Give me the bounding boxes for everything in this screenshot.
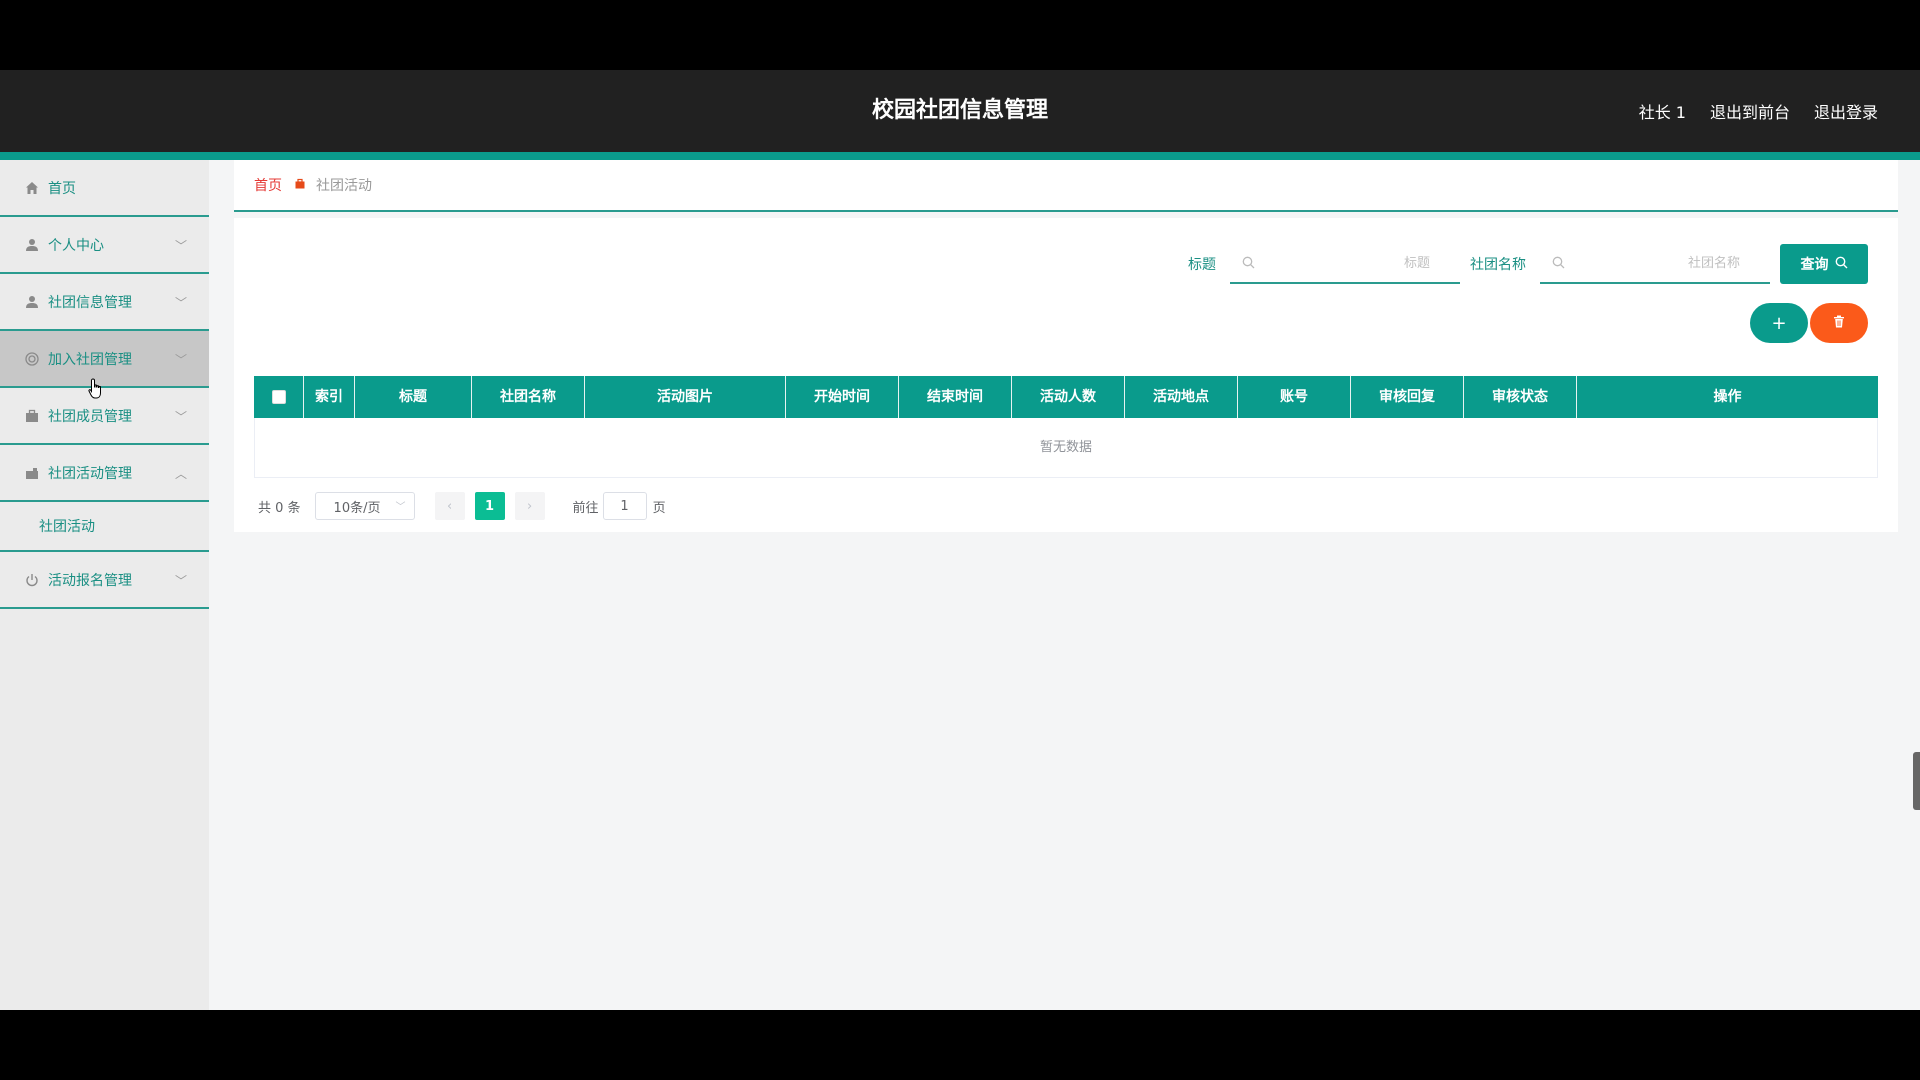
- breadcrumb: 首页 社团活动: [234, 160, 1898, 212]
- sidebar-item-club-members[interactable]: 社团成员管理 ﹀: [0, 388, 209, 445]
- logout-link[interactable]: 退出登录: [1814, 99, 1878, 123]
- search-form: 标题 社团名称 查询: [1188, 244, 1868, 284]
- club-search-input[interactable]: [1540, 244, 1770, 282]
- next-page-button[interactable]: ›: [514, 492, 545, 520]
- sidebar-item-label: 个人中心: [48, 237, 104, 254]
- column-header-start-time[interactable]: 开始时间: [786, 376, 899, 418]
- header-actions: 社长 1 退出到前台 退出登录: [1639, 70, 1878, 152]
- current-user: 社长 1: [1638, 103, 1686, 122]
- sidebar-item-label: 活动报名管理: [48, 572, 132, 589]
- page-unit-label: 页: [652, 500, 666, 516]
- power-icon: [24, 572, 40, 588]
- app-title: 校园社团信息管理: [871, 98, 1048, 123]
- query-button-label: 查询: [1800, 257, 1829, 273]
- pagination-total: 共 0 条: [258, 500, 301, 516]
- submenu-item-club-activity[interactable]: 社团活动: [0, 502, 209, 552]
- table-empty-state: 暂无数据: [254, 418, 1878, 478]
- breadcrumb-separator-icon: [294, 178, 306, 193]
- sidebar-item-club-info[interactable]: 社团信息管理 ﹀: [0, 274, 209, 331]
- table-header: 索引 标题 社团名称 活动图片 开始时间 结束时间 活动人数 活动地点 账号 审…: [254, 376, 1878, 418]
- column-header-end-time[interactable]: 结束时间: [899, 376, 1012, 418]
- submenu-item-label: 社团活动: [39, 519, 95, 535]
- exit-to-front-link[interactable]: 退出到前台: [1710, 99, 1790, 123]
- sidebar-item-label: 加入社团管理: [48, 351, 132, 368]
- club-search-box: [1540, 244, 1770, 284]
- sidebar-item-label: 社团活动管理: [48, 465, 132, 482]
- column-header-club-name[interactable]: 社团名称: [472, 376, 585, 418]
- sidebar-item-personal-center[interactable]: 个人中心 ﹀: [0, 217, 209, 274]
- chevron-right-icon: ›: [526, 498, 533, 514]
- page-size-select[interactable]: 10条/页 ﹀: [314, 492, 415, 520]
- trash-icon: [1833, 315, 1845, 332]
- column-header-index[interactable]: 索引: [304, 376, 355, 418]
- title-search-box: [1230, 244, 1460, 284]
- chevron-down-icon: ﹀: [174, 296, 187, 310]
- goto-page-input[interactable]: [602, 492, 647, 520]
- app-screen: 校园社团信息管理 社长 1 退出到前台 退出登录 首页 个人中心 ﹀ 社团信息管…: [0, 70, 1920, 1010]
- chevron-down-icon: ﹀: [395, 502, 406, 513]
- chevron-down-icon: ﹀: [174, 410, 187, 424]
- pagination: 共 0 条 10条/页 ﹀ ‹ 1 › 前往 页: [258, 492, 666, 520]
- search-icon: [1835, 256, 1848, 273]
- home-icon: [24, 180, 40, 196]
- query-button[interactable]: 查询: [1780, 244, 1868, 284]
- column-header-location[interactable]: 活动地点: [1125, 376, 1238, 418]
- select-all-header: [254, 376, 304, 418]
- sidebar-item-club-activity[interactable]: 社团活动管理 ︿: [0, 445, 209, 502]
- activity-table: 索引 标题 社团名称 活动图片 开始时间 结束时间 活动人数 活动地点 账号 审…: [254, 376, 1878, 478]
- main-content: 标题 社团名称 查询 +: [234, 218, 1898, 532]
- add-button[interactable]: +: [1750, 303, 1808, 343]
- column-header-review-reply[interactable]: 审核回复: [1351, 376, 1464, 418]
- breadcrumb-home-link[interactable]: 首页: [254, 175, 282, 195]
- column-header-review-status[interactable]: 审核状态: [1464, 376, 1577, 418]
- goto-label: 前往: [572, 500, 599, 516]
- sidebar-item-activity-signup[interactable]: 活动报名管理 ﹀: [0, 552, 209, 609]
- top-header: 校园社团信息管理 社长 1 退出到前台 退出登录: [0, 70, 1920, 152]
- delete-button[interactable]: [1810, 303, 1868, 343]
- chevron-down-icon: ﹀: [174, 239, 187, 253]
- prev-page-button[interactable]: ‹: [434, 492, 465, 520]
- sidebar-item-home[interactable]: 首页: [0, 160, 209, 217]
- sidebar-item-label: 社团信息管理: [48, 294, 132, 311]
- title-search-input[interactable]: [1230, 244, 1460, 282]
- chevron-down-icon: ﹀: [174, 353, 187, 367]
- column-header-actions: 操作: [1713, 389, 1742, 405]
- page-scrollbar[interactable]: [1913, 752, 1920, 810]
- column-header-title[interactable]: 标题: [355, 376, 472, 418]
- page-size-value: 10条/页: [333, 500, 381, 516]
- chevron-left-icon: ‹: [446, 498, 453, 514]
- chevron-down-icon: ﹀: [174, 574, 187, 588]
- user-icon: [24, 294, 40, 310]
- plus-icon: +: [1771, 312, 1787, 334]
- column-header-activity-image[interactable]: 活动图片: [585, 376, 786, 418]
- user-icon: [24, 237, 40, 253]
- target-icon: [24, 351, 40, 367]
- sidebar-item-join-club[interactable]: 加入社团管理 ﹀: [0, 331, 209, 388]
- breadcrumb-current: 社团活动: [316, 178, 372, 194]
- sidebar: 首页 个人中心 ﹀ 社团信息管理 ﹀ 加入社团管理 ﹀ 社团成员管理 ﹀ 社团活…: [0, 160, 209, 1010]
- sidebar-item-label: 首页: [48, 180, 76, 197]
- header-accent-bar: [0, 152, 1920, 160]
- action-buttons: +: [1750, 303, 1868, 343]
- club-search-label: 社团名称: [1470, 257, 1526, 273]
- sidebar-item-label: 社团成员管理: [48, 408, 132, 425]
- briefcase-icon: [24, 408, 40, 424]
- camera-icon: [24, 465, 40, 481]
- column-header-account[interactable]: 账号: [1238, 376, 1351, 418]
- title-search-label: 标题: [1188, 257, 1216, 273]
- select-all-checkbox[interactable]: [271, 390, 286, 404]
- page-number-current[interactable]: 1: [474, 492, 505, 520]
- column-header-participants[interactable]: 活动人数: [1012, 376, 1125, 418]
- hand-cursor-icon: [88, 378, 104, 400]
- chevron-up-icon: ︿: [174, 467, 187, 481]
